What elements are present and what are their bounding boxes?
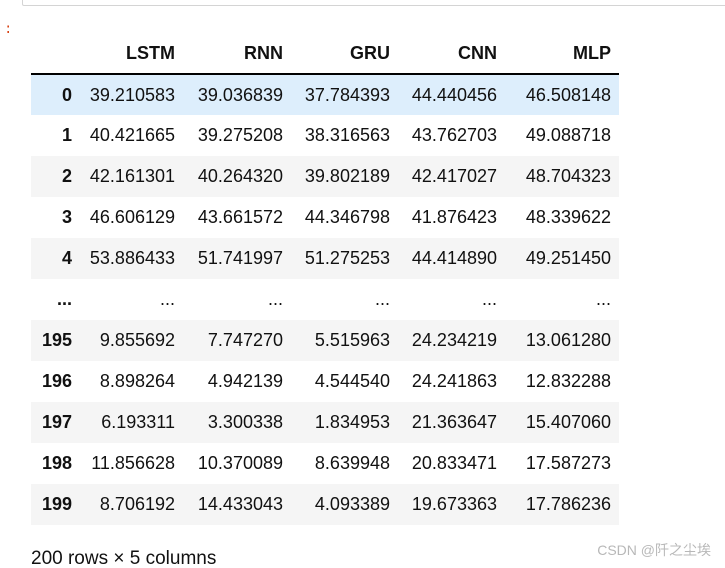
table-row: 0 39.210583 39.036839 37.784393 44.440456 46.… [31, 74, 619, 115]
index-header [31, 34, 80, 75]
table-cell: 11.856628 [91, 453, 175, 473]
table-cell: 17.786236 [525, 494, 611, 514]
table-row: 198 11.856628 10.370089 8.639948 20.833471 17… [31, 443, 619, 484]
table-cell: 42.417027 [411, 166, 497, 186]
table-cell: 3.300338 [207, 412, 283, 432]
table-cell: 8.706192 [99, 494, 175, 514]
table-cell: 13.061280 [525, 330, 611, 350]
table-cell: 51.275253 [304, 248, 390, 268]
table-cell: 40.264320 [197, 166, 283, 186]
table-cell: 24.234219 [411, 330, 497, 350]
table-cell: ... [159, 289, 175, 309]
table-cell: 5.515963 [314, 330, 390, 350]
table-cell: 8.898264 [99, 371, 175, 391]
table-row: 1 40.421665 39.275208 38.316563 43.762703 49.… [31, 115, 619, 156]
table-cell: 49.251450 [525, 248, 611, 268]
table-cell: 8.639948 [314, 453, 390, 473]
table-cell: 9.855692 [99, 330, 175, 350]
watermark: CSDN @阡之尘埃 [597, 542, 711, 558]
table-cell: ... [267, 289, 283, 309]
table-cell: 39.802189 [304, 166, 390, 186]
table-cell: 42.161301 [89, 166, 175, 186]
table-cell: 37.784393 [304, 84, 390, 105]
table-row: 195 9.855692 7.747270 5.515963 24.234219 13.0… [31, 320, 619, 361]
table-row: 199 8.706192 14.433043 4.093389 19.673363 17.… [31, 484, 619, 525]
table-row: 3 46.606129 43.661572 44.346798 41.876423 48.… [31, 197, 619, 238]
table-cell: 7.747270 [207, 330, 283, 350]
table-cell: 17.587273 [525, 453, 611, 473]
table-cell: 20.833471 [411, 453, 497, 473]
table-row: 197 6.193311 3.300338 1.834953 21.363647 15.4… [31, 402, 619, 443]
table-cell: 53.886433 [89, 248, 175, 268]
dataframe-shape-summary: 200 rows × 5 columns [31, 548, 217, 568]
column-header: CNN [398, 34, 505, 75]
row-index: 197 [41, 412, 72, 432]
column-header: GRU [291, 34, 398, 75]
row-index: 195 [41, 330, 72, 350]
table-cell: 10.370089 [197, 453, 283, 473]
notebook-output: : LSTM RNN GRU CNN MLP 0 39.210583 39.0368… [0, 0, 725, 568]
table-cell: 4.544540 [314, 371, 390, 391]
table-cell: 14.433043 [197, 494, 283, 514]
table-cell: ... [374, 289, 390, 309]
row-index: 3 [61, 207, 72, 227]
table-cell: 44.414890 [411, 248, 497, 268]
table-cell: 4.942139 [207, 371, 283, 391]
table-cell: 4.093389 [314, 494, 390, 514]
table-cell: 39.275208 [197, 125, 283, 145]
table-cell: 48.339622 [525, 207, 611, 227]
table-row: .................. [31, 279, 619, 320]
table-cell: 43.762703 [411, 125, 497, 145]
table-body: 0 39.210583 39.036839 37.784393 44.440456 46.… [31, 74, 619, 525]
table-cell: 44.440456 [411, 84, 497, 105]
dataframe-table: LSTM RNN GRU CNN MLP 0 39.210583 39.036839… [31, 34, 619, 525]
row-index: ... [56, 289, 72, 309]
table-cell: 38.316563 [304, 125, 390, 145]
row-index: 2 [61, 166, 72, 186]
column-header: MLP [505, 34, 619, 75]
table-cell: 24.241863 [411, 371, 497, 391]
table-cell: 15.407060 [525, 412, 611, 432]
row-index: 1 [61, 125, 72, 145]
row-index: 196 [41, 371, 72, 391]
row-index: 199 [41, 494, 72, 514]
table-cell: 46.606129 [89, 207, 175, 227]
table-cell: 12.832288 [525, 371, 611, 391]
table-row: 196 8.898264 4.942139 4.544540 24.241863 12.8… [31, 361, 619, 402]
previous-cell-border [22, 0, 725, 6]
table-cell: 39.036839 [197, 84, 283, 105]
table-cell: 39.210583 [89, 84, 175, 105]
table-row: 2 42.161301 40.264320 39.802189 42.417027 48.… [31, 156, 619, 197]
column-header: RNN [183, 34, 291, 75]
table-cell: 41.876423 [411, 207, 497, 227]
table-header-row: LSTM RNN GRU CNN MLP [31, 34, 619, 75]
table-cell: 19.673363 [411, 494, 497, 514]
table-cell: 46.508148 [525, 84, 611, 105]
table-cell: 43.661572 [197, 207, 283, 227]
output-prompt: : [4, 22, 13, 38]
table-cell: 40.421665 [89, 125, 175, 145]
table-cell: 6.193311 [101, 412, 175, 432]
table-cell: 51.741997 [197, 248, 283, 268]
table-cell: ... [481, 289, 497, 309]
row-index: 198 [41, 453, 72, 473]
table-cell: 49.088718 [525, 125, 611, 145]
table-cell: 1.834953 [314, 412, 390, 432]
table-cell: ... [595, 289, 611, 309]
table-cell: 48.704323 [525, 166, 611, 186]
column-header: LSTM [80, 34, 183, 75]
row-index: 4 [61, 248, 72, 268]
row-index: 0 [61, 84, 72, 105]
table-row: 4 53.886433 51.741997 51.275253 44.414890 49.… [31, 238, 619, 279]
table-cell: 21.363647 [411, 412, 497, 432]
table-cell: 44.346798 [304, 207, 390, 227]
